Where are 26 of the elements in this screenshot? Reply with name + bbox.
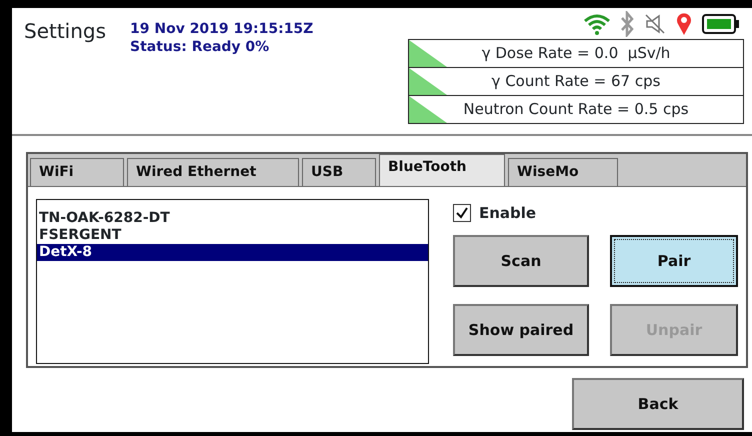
status-text: Status: Ready 0%	[130, 38, 270, 56]
reading-text: γ Dose Rate = 0.0 μSv/h	[482, 43, 670, 64]
device-item[interactable]: TN-OAK-6282-DT	[37, 210, 428, 227]
device-item[interactable]: FSERGENT	[37, 227, 428, 244]
reading-text: Neutron Count Rate = 0.5 cps	[463, 99, 689, 120]
date-time: 19 Nov 2019 19:15:15Z	[130, 20, 314, 38]
tab[interactable]: BlueTooth	[379, 154, 505, 186]
location-pin-icon	[676, 12, 692, 36]
wifi-icon	[584, 13, 610, 35]
muted-speaker-icon	[644, 13, 666, 35]
action-button[interactable]: Show paired	[453, 304, 589, 356]
back-button[interactable]: Back	[572, 378, 744, 430]
tab[interactable]: Wired Ethernet	[127, 158, 299, 186]
bluetooth-icon	[620, 11, 634, 37]
screen-title: Settings	[24, 18, 108, 45]
device-item[interactable]: DetX-8	[37, 244, 428, 261]
action-button[interactable]: Scan	[453, 235, 589, 287]
tab[interactable]: USB	[302, 158, 376, 186]
enable-label: Enable	[479, 202, 536, 224]
device-list[interactable]: TN-OAK-6282-DT FSERGENT DetX-8	[36, 199, 429, 364]
battery-icon	[702, 14, 740, 34]
tab[interactable]: WiFi	[30, 158, 124, 186]
reading-text: γ Count Rate = 67 cps	[492, 71, 660, 92]
tab[interactable]: WiseMo	[508, 158, 618, 186]
action-button[interactable]: Pair	[610, 235, 738, 287]
enable-checkbox[interactable]	[453, 204, 471, 222]
